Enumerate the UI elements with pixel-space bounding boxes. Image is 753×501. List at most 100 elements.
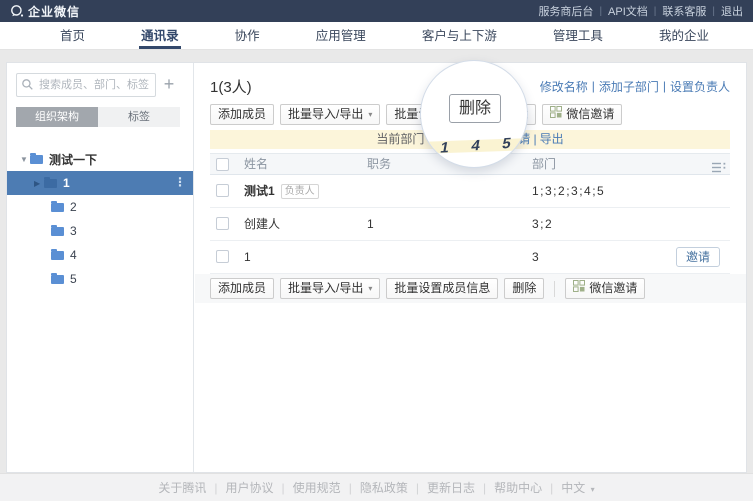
wechat-invite-button[interactable]: 微信邀请: [565, 278, 646, 299]
sidebar: + 组织架构 标签 ▼ 测试一下 ▶ 1 ⋮: [7, 63, 194, 472]
nav-tab-customers[interactable]: 客户与上下游: [420, 22, 499, 49]
folder-icon: [51, 200, 64, 212]
folder-icon: [30, 152, 43, 164]
nav-tab-collaboration[interactable]: 协作: [233, 22, 262, 49]
toolbar-bottom: 添加成员 批量导入/导出 ▾ 批量设置成员信息 删除 微信邀请: [195, 274, 746, 303]
delete-button[interactable]: 删除: [504, 278, 545, 299]
caret-right-icon[interactable]: ▶: [34, 179, 44, 188]
export-link[interactable]: 导出: [540, 132, 564, 146]
member-departments: 3;2: [532, 217, 554, 231]
wechat-icon: [550, 105, 563, 124]
magnified-delete-button[interactable]: 删除: [449, 94, 501, 123]
more-actions-icon[interactable]: ⋮: [174, 175, 186, 189]
topbar-link-logout[interactable]: 退出: [721, 3, 743, 19]
member-table: 测试1 负责人 1;3;2;3;4;5 创建人 1 3;2 1 3 邀请: [210, 175, 730, 274]
tree-node-5[interactable]: 5: [7, 267, 193, 291]
sidebar-search-row: +: [16, 73, 187, 97]
column-header-title: 职务: [367, 157, 392, 171]
topbar: 企业微信 服务商后台 | API文档 | 联系客服 | 退出: [0, 0, 753, 22]
topbar-link-support[interactable]: 联系客服: [662, 3, 706, 19]
nav-tab-apps[interactable]: 应用管理: [314, 22, 368, 49]
table-row[interactable]: 测试1 负责人 1;3;2;3;4;5: [210, 175, 730, 208]
manager-badge: 负责人: [280, 184, 319, 199]
sidebar-tabs: 组织架构 标签: [16, 107, 180, 127]
main-nav: 首页 通讯录 协作 应用管理 客户与上下游 管理工具 我的企业: [0, 22, 753, 50]
chevron-down-icon: ▾: [368, 284, 373, 293]
toolbar-divider: [554, 280, 556, 297]
add-department-button[interactable]: +: [156, 73, 182, 97]
footer-link-user-agreement[interactable]: 用户协议: [226, 479, 274, 496]
footer-link-usage-rules[interactable]: 使用规范: [293, 479, 341, 496]
import-export-button[interactable]: 批量导入/导出 ▾: [280, 104, 381, 125]
brand: 企业微信: [10, 3, 80, 20]
footer-link-changelog[interactable]: 更新日志: [427, 479, 475, 496]
nav-tab-admin-tools[interactable]: 管理工具: [551, 22, 605, 49]
batch-set-info-button[interactable]: 批量设置成员信息: [386, 278, 499, 299]
content-panel: + 组织架构 标签 ▼ 测试一下 ▶ 1 ⋮: [6, 62, 747, 473]
add-member-button[interactable]: 添加成员: [210, 278, 275, 299]
wechat-invite-label: 微信邀请: [566, 107, 615, 121]
footer-link-help-center[interactable]: 帮助中心: [494, 479, 542, 496]
wecom-logo-icon: [10, 4, 24, 18]
topbar-separator: |: [599, 5, 603, 17]
column-header-department: 部门: [532, 157, 557, 171]
action-separator: |: [591, 79, 595, 93]
wechat-invite-label: 微信邀请: [589, 281, 638, 295]
tree-node-label: 3: [70, 224, 77, 238]
tab-labels[interactable]: 标签: [98, 107, 180, 127]
tree-node-label: 1: [63, 176, 70, 190]
folder-icon: [44, 176, 57, 188]
folder-icon: [51, 248, 64, 260]
footer: 关于腾讯 | 用户协议 | 使用规范 | 隐私政策 | 更新日志 | 帮助中心 …: [0, 473, 753, 501]
row-checkbox[interactable]: [216, 250, 229, 263]
footer-separator: |: [415, 480, 419, 495]
topbar-separator: |: [712, 5, 715, 17]
invite-button[interactable]: 邀请: [675, 247, 720, 267]
topbar-separator: |: [653, 5, 657, 17]
tab-org-structure[interactable]: 组织架构: [16, 107, 98, 127]
wechat-invite-button[interactable]: 微信邀请: [542, 104, 623, 125]
search-input[interactable]: [16, 73, 156, 97]
search-icon: [21, 78, 34, 96]
footer-separator: |: [214, 480, 218, 495]
add-subdepartment-link[interactable]: 添加子部门: [599, 78, 659, 95]
magnifier-lens: 1 4 5 删除: [420, 60, 528, 168]
tree-node-root[interactable]: ▼ 测试一下: [7, 147, 193, 171]
member-departments: 3: [532, 250, 541, 264]
footer-link-privacy[interactable]: 隐私政策: [360, 479, 408, 496]
add-member-button[interactable]: 添加成员: [210, 104, 275, 125]
tree-node-3[interactable]: 3: [7, 219, 193, 243]
row-checkbox[interactable]: [216, 217, 229, 230]
import-export-button[interactable]: 批量导入/导出 ▾: [280, 278, 381, 299]
topbar-link-provider[interactable]: 服务商后台: [538, 3, 593, 19]
footer-link-about[interactable]: 关于腾讯: [158, 479, 206, 496]
table-row[interactable]: 1 3 邀请: [210, 241, 730, 274]
language-selector[interactable]: 中文 ▾: [561, 479, 594, 496]
caret-down-icon[interactable]: ▼: [20, 155, 30, 164]
action-separator: |: [662, 79, 666, 93]
row-checkbox[interactable]: [216, 184, 229, 197]
table-row[interactable]: 创建人 1 3;2: [210, 208, 730, 241]
member-departments: 1;3;2;3;4;5: [532, 184, 606, 198]
banner-text: 当前部门: [376, 132, 425, 146]
member-title: 1: [367, 217, 374, 231]
tree-node-2[interactable]: 2: [7, 195, 193, 219]
org-tree: ▼ 测试一下 ▶ 1 ⋮ 2 3 4 5: [7, 147, 193, 291]
rename-link[interactable]: 修改名称: [540, 78, 588, 95]
tree-node-1-selected[interactable]: ▶ 1 ⋮: [7, 171, 193, 195]
topbar-link-api-docs[interactable]: API文档: [608, 3, 648, 19]
nav-tab-home[interactable]: 首页: [58, 22, 87, 49]
nav-tab-my-company[interactable]: 我的企业: [657, 22, 711, 49]
set-manager-link[interactable]: 设置负责人: [670, 78, 730, 95]
tree-node-4[interactable]: 4: [7, 243, 193, 267]
tree-node-label: 5: [70, 272, 77, 286]
language-label: 中文: [561, 481, 586, 495]
nav-tab-contacts[interactable]: 通讯录: [139, 22, 181, 49]
folder-icon: [51, 272, 64, 284]
tree-node-label: 测试一下: [49, 152, 98, 167]
department-actions: 修改名称 | 添加子部门 | 设置负责人: [540, 78, 730, 95]
chevron-down-icon: ▾: [590, 485, 595, 494]
footer-separator: |: [281, 480, 285, 495]
select-all-checkbox[interactable]: [216, 158, 229, 171]
import-export-label: 批量导入/导出: [288, 107, 364, 121]
